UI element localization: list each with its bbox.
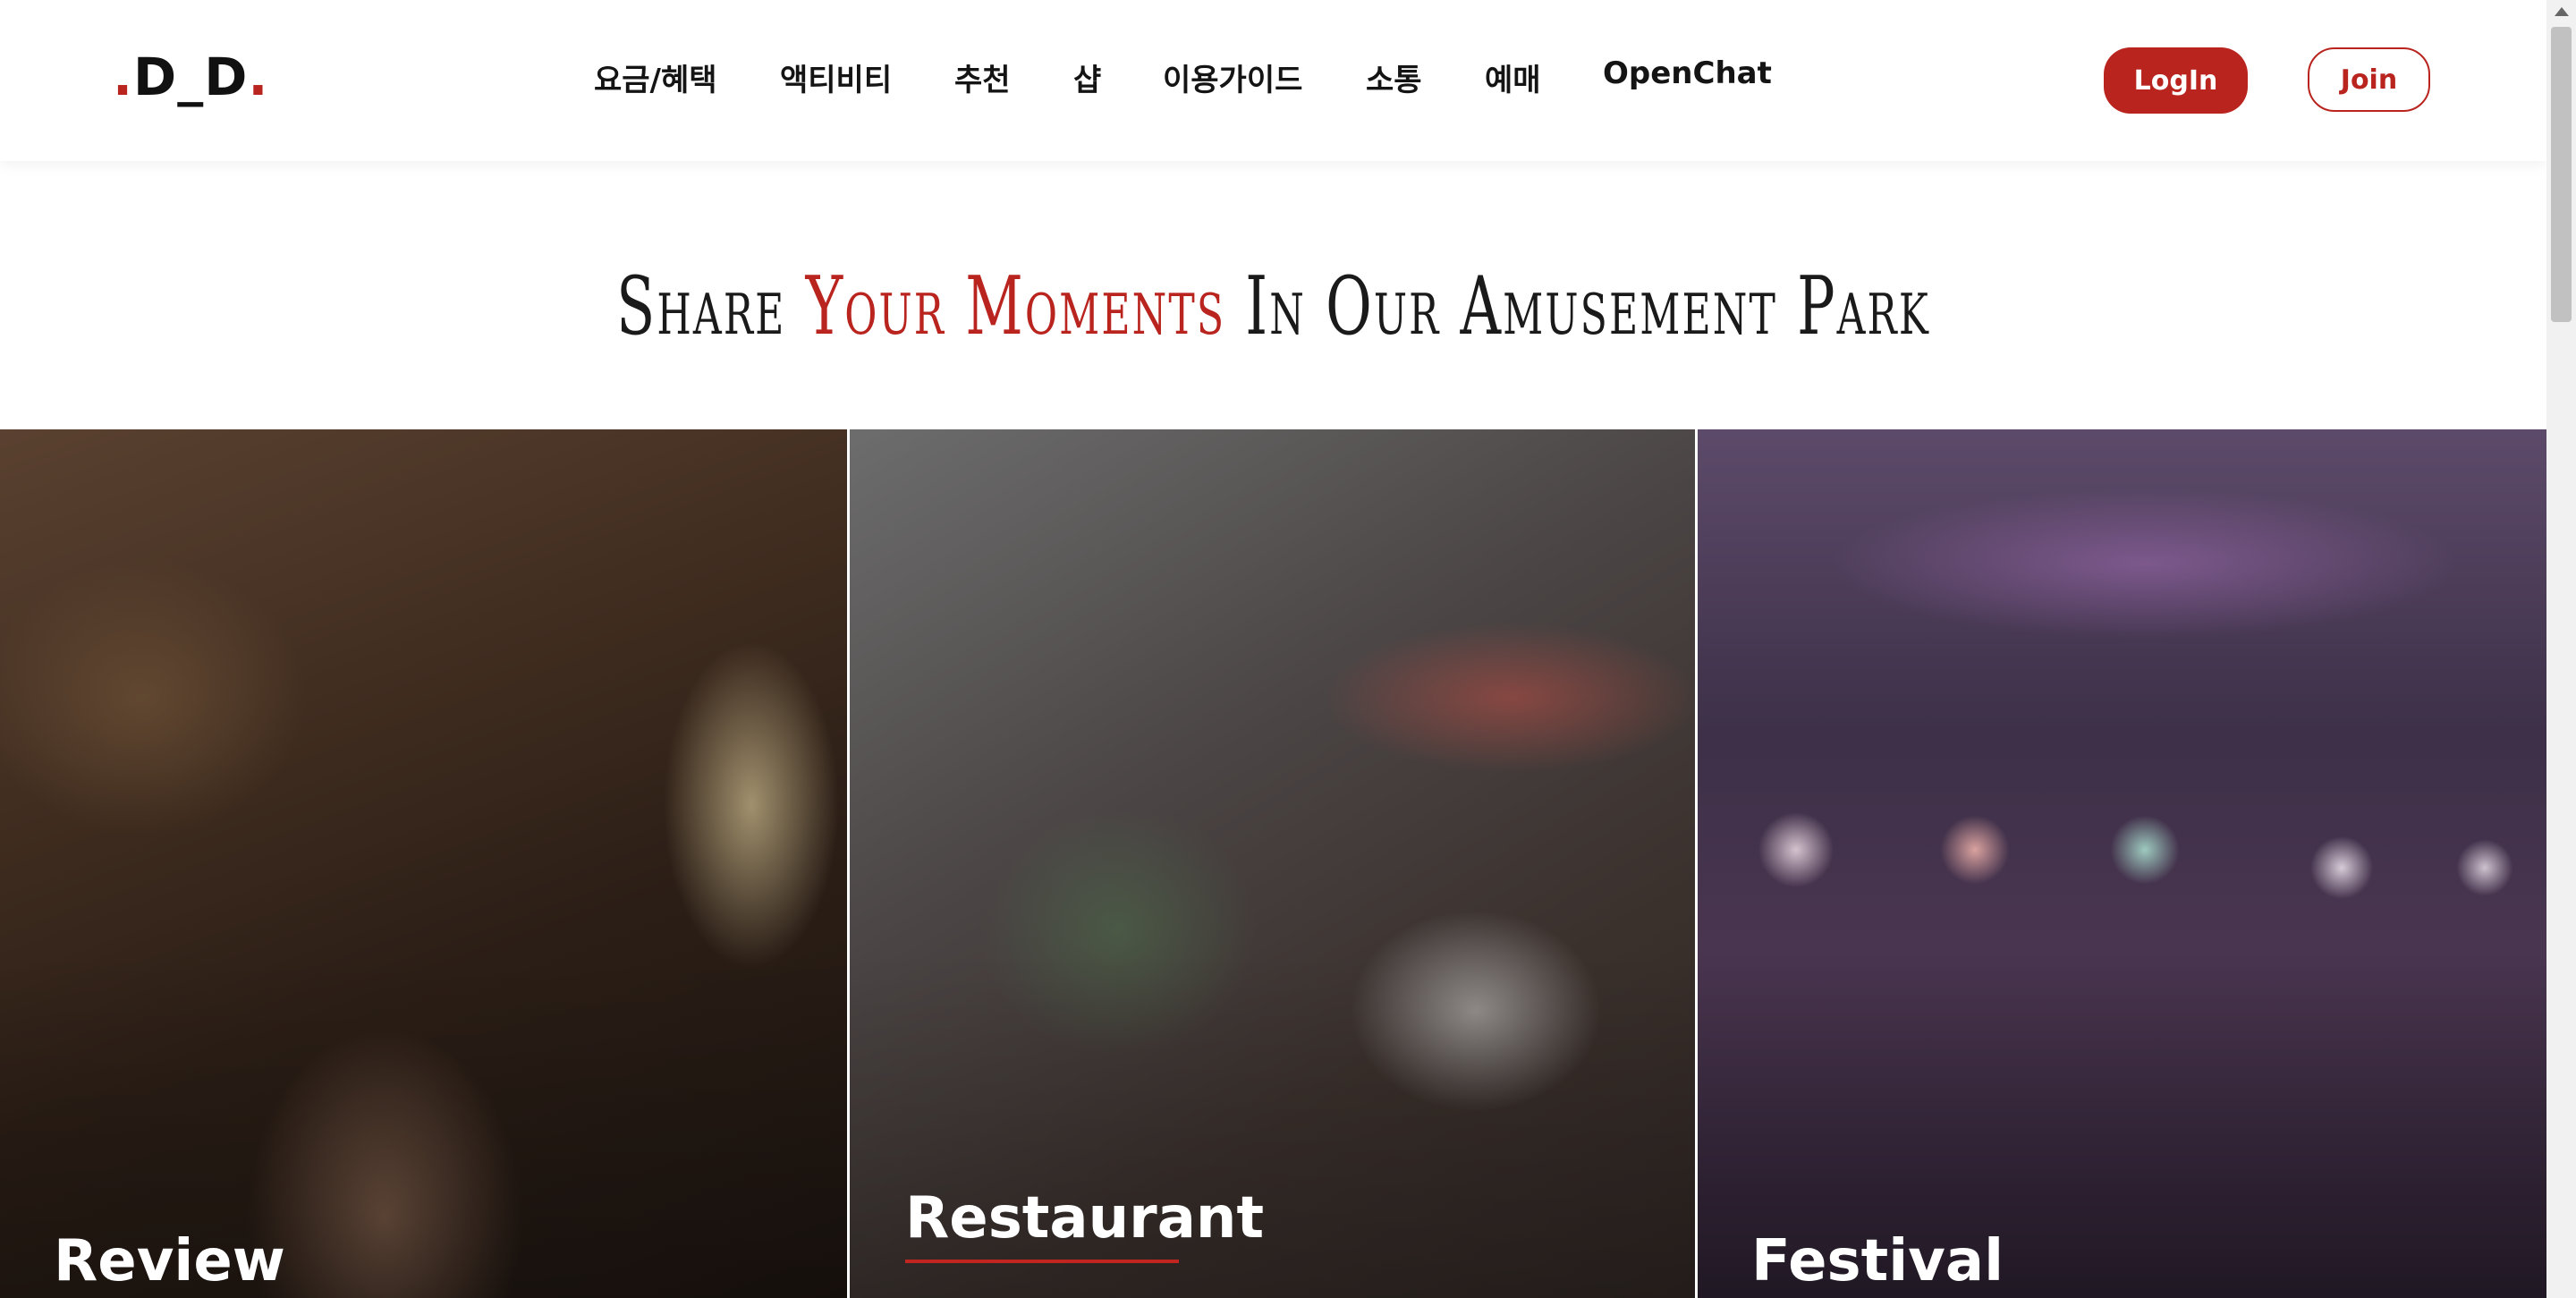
site-logo[interactable]: .D_D. bbox=[113, 47, 268, 107]
nav-item-community[interactable]: 소통 bbox=[1366, 55, 1422, 99]
page-scrollbar[interactable] bbox=[2546, 0, 2576, 1298]
card-restaurant-underline bbox=[905, 1260, 1179, 1263]
site-header: .D_D. 요금/혜택 액티비티 추천 샵 이용가이드 소통 예매 OpenCh… bbox=[0, 0, 2546, 161]
hero-title-part1: Share bbox=[616, 259, 806, 353]
card-shade bbox=[0, 429, 847, 1298]
logo-dot-left: . bbox=[113, 47, 134, 107]
logo-text: D_D bbox=[133, 47, 249, 107]
nav-item-recommend[interactable]: 추천 bbox=[954, 55, 1011, 99]
hero-title: Share Your Moments In Our Amusement Park bbox=[382, 259, 2165, 353]
nav-item-activity[interactable]: 액티비티 bbox=[780, 55, 892, 99]
category-cards: Review Restaurant Festival bbox=[0, 429, 2546, 1298]
card-restaurant[interactable]: Restaurant bbox=[850, 429, 1695, 1298]
card-festival[interactable]: Festival bbox=[1698, 429, 2546, 1298]
join-button[interactable]: Join bbox=[2308, 47, 2430, 112]
nav-item-shop[interactable]: 샵 bbox=[1073, 55, 1101, 99]
card-restaurant-label: Restaurant bbox=[905, 1185, 1265, 1251]
nav-item-pricing[interactable]: 요금/혜택 bbox=[594, 55, 717, 99]
card-shade bbox=[1698, 429, 2546, 1298]
card-review-label: Review bbox=[54, 1228, 285, 1294]
card-festival-label: Festival bbox=[1751, 1228, 2004, 1294]
hero-title-accent: Your Moments bbox=[805, 259, 1226, 353]
login-button[interactable]: LogIn bbox=[2104, 47, 2248, 114]
nav-item-guide[interactable]: 이용가이드 bbox=[1163, 55, 1302, 99]
card-review[interactable]: Review bbox=[0, 429, 847, 1298]
nav-item-booking[interactable]: 예매 bbox=[1485, 55, 1541, 99]
hero-title-part2: In Our Amusement Park bbox=[1225, 259, 1930, 353]
scrollbar-thumb[interactable] bbox=[2551, 27, 2572, 322]
nav-item-openchat[interactable]: OpenChat bbox=[1603, 55, 1772, 91]
scroll-up-arrow-icon[interactable] bbox=[2555, 7, 2569, 16]
card-shade bbox=[850, 429, 1695, 1298]
logo-dot-right: . bbox=[248, 47, 269, 107]
